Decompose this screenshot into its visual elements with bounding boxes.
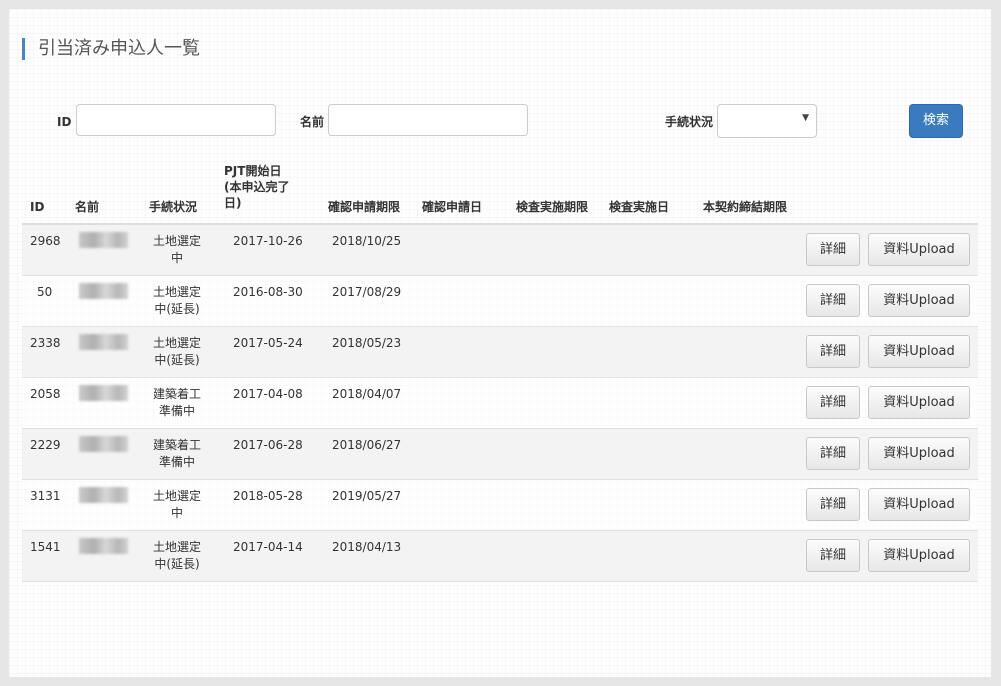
id-filter-label: ID	[57, 115, 72, 129]
row-pjt-start: 2017-10-26	[233, 234, 303, 248]
row-status-line2: 準備中	[158, 404, 195, 418]
table-row: 50 土地選定 中(延長) 2016-08-30 2017/08/29 詳細 資…	[22, 276, 978, 327]
upload-button[interactable]: 資料Upload	[868, 539, 970, 572]
upload-button[interactable]: 資料Upload	[868, 437, 970, 470]
row-confirm-deadline: 2018/04/13	[332, 540, 402, 554]
row-status: 土地選定 中(延長)	[149, 335, 205, 369]
row-confirm-deadline: 2019/05/27	[332, 489, 402, 503]
row-id: 2968	[30, 234, 61, 248]
upload-button[interactable]: 資料Upload	[868, 386, 970, 419]
row-status-line1: 土地選定	[152, 336, 201, 350]
page-title: 引当済み申込人一覧	[22, 38, 200, 60]
table-row: 2058 建築着工 準備中 2017-04-08 2018/04/07 詳細 資…	[22, 378, 978, 429]
name-filter-label: 名前	[300, 115, 325, 129]
name-redacted	[79, 487, 128, 503]
row-id: 2058	[30, 387, 61, 401]
row-status-line1: 建築着工	[152, 387, 201, 401]
detail-button[interactable]: 詳細	[806, 488, 860, 521]
upload-button[interactable]: 資料Upload	[868, 284, 970, 317]
row-id: 3131	[30, 489, 61, 503]
dropdown-arrow-icon: ▼	[802, 113, 809, 123]
detail-button[interactable]: 詳細	[806, 386, 860, 419]
header-pjt-start-line1: PJT開始日	[224, 164, 282, 178]
detail-button[interactable]: 詳細	[806, 539, 860, 572]
row-confirm-deadline: 2018/04/07	[332, 387, 402, 401]
row-status-line2: 中(延長)	[154, 557, 200, 571]
header-name: 名前	[75, 200, 100, 214]
header-pjt-start-line2: (本申込完了	[224, 180, 290, 194]
table-header: ID 名前 手続状況 PJT開始日 (本申込完了 日) 確認申請期限 確認申請日…	[22, 159, 978, 225]
header-contract-deadline: 本契約締結期限	[703, 200, 788, 214]
name-redacted	[79, 385, 128, 401]
row-pjt-start: 2018-05-28	[233, 489, 303, 503]
header-inspection-deadline: 検査実施期限	[516, 200, 589, 214]
header-confirm-deadline: 確認申請期限	[328, 200, 401, 214]
row-status-line2: 準備中	[158, 455, 195, 469]
row-status-line2: 中	[170, 251, 183, 265]
table-row: 2229 建築着工 準備中 2017-06-28 2018/06/27 詳細 資…	[22, 429, 978, 480]
row-status: 土地選定 中(延長)	[149, 284, 205, 318]
name-redacted	[79, 538, 128, 554]
name-redacted	[79, 334, 128, 350]
row-id: 2229	[30, 438, 61, 452]
row-status-line2: 中(延長)	[154, 302, 200, 316]
upload-button[interactable]: 資料Upload	[868, 233, 970, 266]
table-body: 2968 土地選定 中 2017-10-26 2018/10/25 詳細 資料U…	[22, 225, 978, 582]
row-confirm-deadline: 2017/08/29	[332, 285, 402, 299]
id-search-input[interactable]	[76, 104, 276, 136]
header-pjt-start: PJT開始日 (本申込完了 日)	[224, 163, 290, 211]
row-status: 土地選定 中(延長)	[149, 539, 205, 573]
row-pjt-start: 2017-05-24	[233, 336, 303, 350]
main-panel: 引当済み申込人一覧 ID 名前 手続状況 ▼ 検索 ID 名前 手続状況 PJT…	[9, 9, 991, 677]
row-confirm-deadline: 2018/10/25	[332, 234, 402, 248]
header-pjt-start-line3: 日)	[224, 196, 242, 210]
row-id: 1541	[30, 540, 61, 554]
row-pjt-start: 2016-08-30	[233, 285, 303, 299]
upload-button[interactable]: 資料Upload	[868, 488, 970, 521]
row-status-line2: 中	[170, 506, 183, 520]
detail-button[interactable]: 詳細	[806, 335, 860, 368]
row-pjt-start: 2017-04-08	[233, 387, 303, 401]
name-redacted	[79, 232, 128, 248]
row-status-line1: 土地選定	[152, 285, 201, 299]
row-status-line1: 土地選定	[152, 489, 201, 503]
table-row: 3131 土地選定 中 2018-05-28 2019/05/27 詳細 資料U…	[22, 480, 978, 531]
search-button[interactable]: 検索	[909, 104, 963, 138]
detail-button[interactable]: 詳細	[806, 284, 860, 317]
table-row: 2338 土地選定 中(延長) 2017-05-24 2018/05/23 詳細…	[22, 327, 978, 378]
row-status: 建築着工 準備中	[149, 386, 205, 420]
row-status: 土地選定 中	[149, 488, 205, 522]
row-status-line1: 土地選定	[152, 234, 201, 248]
header-id: ID	[30, 200, 45, 214]
row-confirm-deadline: 2018/06/27	[332, 438, 402, 452]
detail-button[interactable]: 詳細	[806, 233, 860, 266]
status-filter-label: 手続状況	[665, 115, 714, 129]
row-status: 建築着工 準備中	[149, 437, 205, 471]
table-row: 2968 土地選定 中 2017-10-26 2018/10/25 詳細 資料U…	[22, 225, 978, 276]
row-id: 50	[37, 285, 53, 299]
table-row: 1541 土地選定 中(延長) 2017-04-14 2018/04/13 詳細…	[22, 531, 978, 582]
header-status: 手続状況	[149, 200, 198, 214]
name-search-input[interactable]	[328, 104, 528, 136]
row-id: 2338	[30, 336, 61, 350]
row-status-line1: 土地選定	[152, 540, 201, 554]
row-confirm-deadline: 2018/05/23	[332, 336, 402, 350]
name-redacted	[79, 283, 128, 299]
detail-button[interactable]: 詳細	[806, 437, 860, 470]
name-redacted	[79, 436, 128, 452]
header-confirm-date: 確認申請日	[422, 200, 483, 214]
upload-button[interactable]: 資料Upload	[868, 335, 970, 368]
row-pjt-start: 2017-06-28	[233, 438, 303, 452]
row-pjt-start: 2017-04-14	[233, 540, 303, 554]
header-inspection-date: 検査実施日	[609, 200, 670, 214]
row-status-line1: 建築着工	[152, 438, 201, 452]
row-status: 土地選定 中	[149, 233, 205, 267]
row-status-line2: 中(延長)	[154, 353, 200, 367]
status-select[interactable]: ▼	[717, 104, 817, 138]
